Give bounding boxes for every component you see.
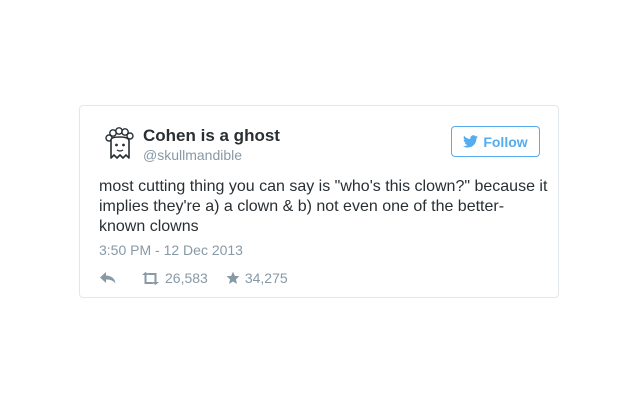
user-handle[interactable]: @skullmandible	[143, 147, 242, 163]
star-icon	[226, 271, 240, 284]
display-name[interactable]: Cohen is a ghost	[143, 126, 280, 146]
tweet-text: most cutting thing you can say is "who's…	[99, 178, 548, 235]
retweet-icon	[142, 271, 159, 285]
tweet-timestamp[interactable]: 3:50 PM - 12 Dec 2013	[99, 242, 243, 258]
follow-label: Follow	[483, 133, 528, 150]
reply-button[interactable]	[99, 271, 117, 285]
tweet-card: Cohen is a ghost @skullmandible Follow m…	[79, 105, 559, 298]
retweet-button[interactable]: 26,583	[141, 270, 208, 286]
tweet-actions: 26,583 34,275	[99, 270, 288, 286]
follow-button[interactable]: Follow	[451, 126, 540, 157]
avatar[interactable]	[103, 127, 137, 165]
reply-icon	[100, 272, 116, 284]
retweet-count: 26,583	[165, 270, 208, 286]
ghost-avatar-icon	[105, 127, 134, 159]
bird-icon	[463, 135, 479, 148]
favorite-button[interactable]: 34,275	[226, 270, 288, 286]
favorite-count: 34,275	[244, 270, 288, 286]
